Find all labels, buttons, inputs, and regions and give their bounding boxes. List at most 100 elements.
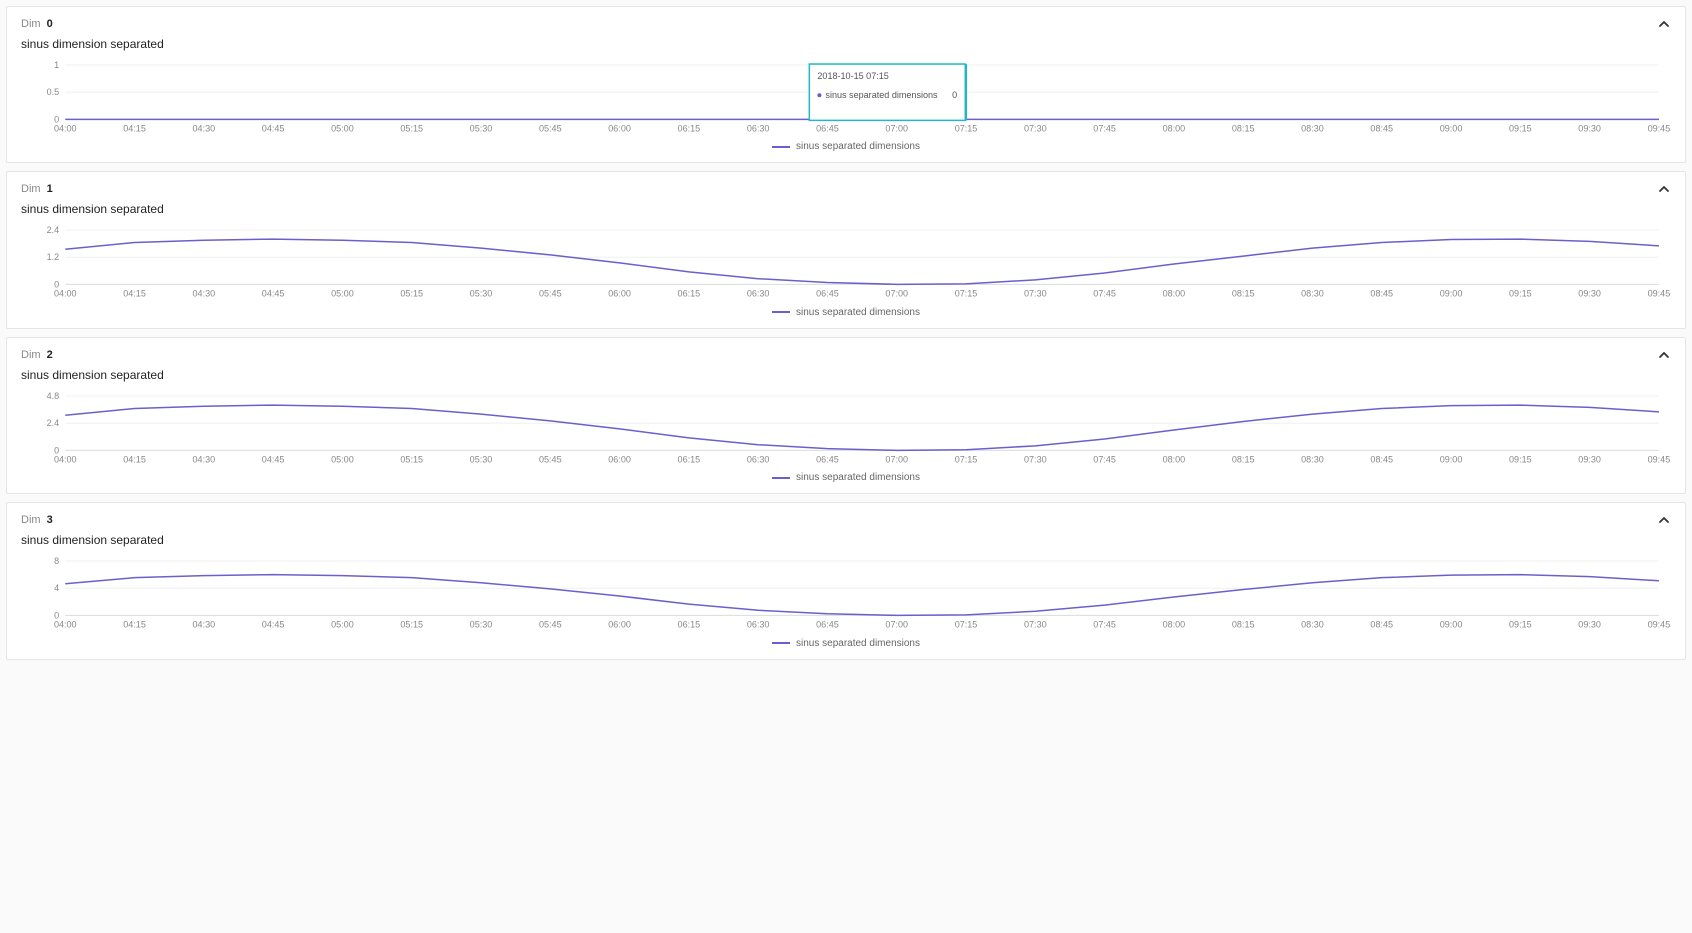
svg-text:4.8: 4.8 [47,391,60,401]
svg-text:07:30: 07:30 [1024,620,1047,630]
dim-prefix: Dim [21,18,41,30]
legend-swatch [772,477,790,479]
svg-text:08:30: 08:30 [1301,289,1324,299]
svg-text:08:15: 08:15 [1232,123,1255,133]
svg-text:09:30: 09:30 [1578,454,1601,464]
svg-text:08:00: 08:00 [1163,454,1186,464]
svg-text:06:00: 06:00 [608,620,631,630]
svg-text:07:45: 07:45 [1093,123,1116,133]
panel-title: sinus dimension separated [21,202,1671,216]
svg-text:05:15: 05:15 [400,620,423,630]
svg-text:09:00: 09:00 [1440,454,1463,464]
dim-prefix: Dim [21,349,41,361]
svg-text:09:30: 09:30 [1578,123,1601,133]
svg-text:05:00: 05:00 [331,454,354,464]
svg-text:04:30: 04:30 [193,289,216,299]
svg-text:08:15: 08:15 [1232,620,1255,630]
chart-legend: sinus separated dimensions [21,137,1671,158]
svg-text:04:30: 04:30 [193,123,216,133]
panel-header: Dim 3 [21,513,1671,527]
panel-dim-label: Dim 1 [21,183,53,195]
collapse-icon[interactable] [1657,182,1671,196]
svg-text:06:45: 06:45 [816,620,839,630]
svg-text:04:00: 04:00 [54,289,77,299]
dim-prefix: Dim [21,514,41,526]
svg-text:06:30: 06:30 [747,289,770,299]
svg-text:04:45: 04:45 [262,123,285,133]
svg-text:04:15: 04:15 [123,123,146,133]
chart-legend: sinus separated dimensions [21,634,1671,655]
svg-text:06:15: 06:15 [678,620,701,630]
svg-text:09:45: 09:45 [1648,620,1671,630]
panel-dim-label: Dim2 [21,349,53,361]
panel-title: sinus dimension separated [21,37,1671,51]
svg-text:07:45: 07:45 [1093,454,1116,464]
svg-text:04:15: 04:15 [123,620,146,630]
svg-text:05:15: 05:15 [400,454,423,464]
svg-text:05:45: 05:45 [539,123,562,133]
chart-panel-dim-1: Dim1sinus dimension separated01.22.404:0… [6,171,1686,328]
chart-legend: sinus separated dimensions [21,468,1671,489]
chart-area[interactable]: 02.44.804:0004:1504:3004:4505:0005:1505:… [21,390,1671,468]
svg-text:04:45: 04:45 [262,620,285,630]
svg-text:0: 0 [952,90,957,100]
panel-header: Dim2 [21,348,1671,362]
svg-text:09:15: 09:15 [1509,289,1532,299]
svg-text:08:15: 08:15 [1232,454,1255,464]
svg-text:06:00: 06:00 [608,454,631,464]
svg-text:04:30: 04:30 [193,620,216,630]
dim-number: 3 [47,514,53,526]
svg-text:04:15: 04:15 [123,454,146,464]
chart-area[interactable]: 00.5104:0004:1504:3004:4505:0005:1505:30… [21,59,1671,137]
svg-text:06:30: 06:30 [747,620,770,630]
svg-text:07:00: 07:00 [885,620,908,630]
svg-text:06:00: 06:00 [608,289,631,299]
chart-area[interactable]: 01.22.404:0004:1504:3004:4505:0005:1505:… [21,224,1671,302]
svg-text:04:15: 04:15 [123,289,146,299]
svg-text:09:30: 09:30 [1578,620,1601,630]
svg-text:05:30: 05:30 [470,289,493,299]
legend-label: sinus separated dimensions [796,307,920,318]
chart-legend: sinus separated dimensions [21,303,1671,324]
chart-area[interactable]: 04804:0004:1504:3004:4505:0005:1505:3005… [21,555,1671,633]
svg-text:07:00: 07:00 [885,454,908,464]
svg-text:09:30: 09:30 [1578,289,1601,299]
svg-text:09:15: 09:15 [1509,454,1532,464]
svg-text:09:45: 09:45 [1648,123,1671,133]
svg-text:08:45: 08:45 [1370,620,1393,630]
legend-label: sinus separated dimensions [796,472,920,483]
svg-text:07:30: 07:30 [1024,123,1047,133]
svg-text:05:45: 05:45 [539,454,562,464]
svg-text:1.2: 1.2 [47,253,60,263]
dim-prefix: Dim [21,183,41,195]
svg-text:07:00: 07:00 [885,123,908,133]
svg-text:09:00: 09:00 [1440,289,1463,299]
panel-title: sinus dimension separated [21,368,1671,382]
svg-text:05:30: 05:30 [470,620,493,630]
svg-text:04:00: 04:00 [54,123,77,133]
collapse-icon[interactable] [1657,348,1671,362]
svg-text:09:15: 09:15 [1509,620,1532,630]
svg-text:05:45: 05:45 [539,620,562,630]
svg-text:06:45: 06:45 [816,454,839,464]
svg-text:06:30: 06:30 [747,123,770,133]
collapse-icon[interactable] [1657,17,1671,31]
dim-number: 1 [47,183,53,195]
collapse-icon[interactable] [1657,513,1671,527]
svg-text:08:30: 08:30 [1301,620,1324,630]
svg-text:09:15: 09:15 [1509,123,1532,133]
legend-swatch [772,642,790,644]
legend-label: sinus separated dimensions [796,141,920,152]
svg-text:2.4: 2.4 [47,226,60,236]
svg-text:07:45: 07:45 [1093,289,1116,299]
svg-text:07:15: 07:15 [955,454,978,464]
svg-text:07:15: 07:15 [955,123,978,133]
svg-text:1: 1 [54,60,59,70]
svg-text:08:45: 08:45 [1370,454,1393,464]
svg-text:0.5: 0.5 [47,87,60,97]
svg-text:2018-10-15 07:15: 2018-10-15 07:15 [817,71,888,81]
svg-text:05:30: 05:30 [470,454,493,464]
svg-text:07:45: 07:45 [1093,620,1116,630]
svg-text:06:30: 06:30 [747,454,770,464]
svg-text:05:00: 05:00 [331,620,354,630]
